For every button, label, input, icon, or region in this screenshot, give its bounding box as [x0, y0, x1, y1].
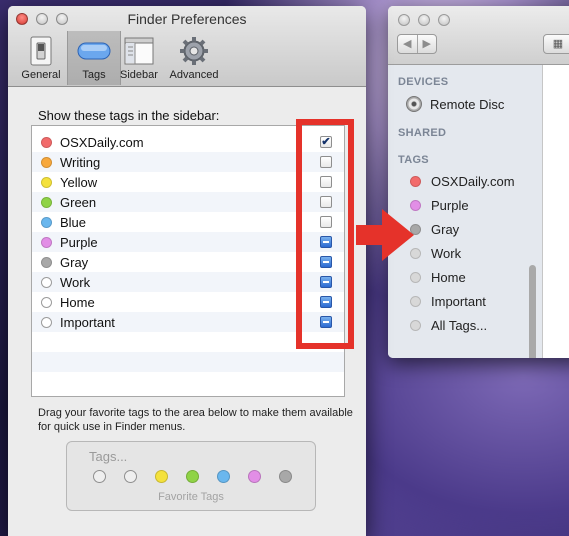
finder-window: ◀ ▶ ▦ DEVICES Remote Disc SHARED TAGS OS… [388, 6, 569, 358]
annotation-arrow-icon [356, 209, 414, 261]
tag-color-icon [41, 256, 52, 268]
section-label: Show these tags in the sidebar: [38, 108, 220, 123]
finder-minimize-button[interactable] [418, 14, 430, 26]
tag-color-icon [41, 276, 52, 288]
gear-icon [180, 37, 208, 65]
tab-label: Advanced [169, 69, 219, 81]
tag-color-icon [41, 216, 52, 228]
empty-row [32, 372, 344, 392]
sidebar-item-label: OSXDaily.com [431, 173, 515, 189]
finder-nav-buttons: ◀ ▶ [397, 34, 437, 54]
sidebar-icon [124, 37, 154, 65]
annotation-highlight-box [296, 119, 354, 349]
sidebar-item-remote-disc[interactable]: Remote Disc [406, 93, 505, 115]
back-icon[interactable]: ◀ [398, 35, 418, 53]
sidebar-item-tag[interactable]: Important [410, 290, 486, 312]
finder-close-button[interactable] [398, 14, 410, 26]
sidebar-item-tag[interactable]: OSXDaily.com [410, 170, 515, 192]
sidebar-item-label: Gray [431, 221, 460, 237]
tag-color-icon [410, 319, 421, 331]
favorite-tag-icon[interactable] [217, 470, 230, 483]
tag-name: OSXDaily.com [60, 134, 144, 150]
tab-sidebar[interactable]: Sidebar [112, 31, 166, 85]
sidebar-item-tag[interactable]: Purple [410, 194, 469, 216]
sidebar-item-label: Purple [431, 197, 469, 213]
tag-color-icon [41, 136, 52, 148]
empty-row [32, 352, 344, 372]
tag-name: Important [60, 314, 115, 330]
sidebar-item-label: Important [431, 293, 486, 309]
tab-label: General [21, 69, 61, 81]
finder-content [543, 65, 569, 358]
sidebar-item-tag[interactable]: Home [410, 266, 466, 288]
favorite-tag-icon[interactable] [155, 470, 168, 483]
tag-color-icon [41, 296, 52, 308]
window-title: Finder Preferences [127, 11, 247, 27]
drag-instructions: Drag your favorite tags to the area belo… [38, 407, 353, 433]
tag-name: Green [60, 194, 97, 210]
tag-color-icon [41, 236, 52, 248]
shared-heading: SHARED [398, 127, 447, 139]
sidebar-item-label: Work [431, 245, 462, 261]
tag-name: Writing [60, 154, 101, 170]
tag-name: Work [60, 274, 91, 290]
favorite-tags-area[interactable]: Tags... Favorite Tags [66, 441, 316, 511]
favorite-tags-placeholder: Tags... [89, 449, 128, 464]
tags-heading: TAGS [398, 154, 429, 166]
finder-zoom-button[interactable] [438, 14, 450, 26]
tag-name: Yellow [60, 174, 98, 190]
tag-icon [77, 42, 111, 60]
sidebar-item-label: Home [431, 269, 466, 285]
tab-advanced[interactable]: Advanced [162, 31, 226, 85]
tag-color-icon [410, 295, 421, 307]
tag-name: Blue [60, 214, 87, 230]
view-mode-icon[interactable]: ▦ [543, 34, 569, 54]
favorite-tag-icon[interactable] [124, 470, 137, 483]
sidebar-item-tag[interactable]: Work [410, 242, 461, 264]
tab-label: Sidebar [120, 69, 158, 81]
favorite-tag-icon[interactable] [186, 470, 199, 483]
disc-icon [406, 96, 422, 112]
favorite-tags-caption: Favorite Tags [158, 491, 224, 503]
favorite-tag-icon[interactable] [248, 470, 261, 483]
sidebar-item-label: Remote Disc [430, 96, 505, 112]
favorite-tag-icon[interactable] [93, 470, 106, 483]
finder-titlebar: ◀ ▶ ▦ [388, 6, 569, 65]
tag-name: Purple [60, 234, 98, 250]
tag-color-icon [41, 316, 52, 328]
light-switch-icon [30, 36, 52, 66]
sidebar-item-tag[interactable]: All Tags... [410, 314, 487, 336]
devices-heading: DEVICES [398, 76, 449, 88]
tab-general[interactable]: General [14, 31, 68, 85]
sidebar-item-tag[interactable]: Gray [410, 218, 459, 240]
tag-color-icon [41, 196, 52, 208]
sidebar-item-label: All Tags... [431, 317, 488, 333]
sidebar-scrollbar[interactable] [529, 265, 536, 358]
favorite-tag-icon[interactable] [279, 470, 292, 483]
tag-color-icon [41, 176, 52, 188]
tag-color-icon [410, 271, 421, 283]
forward-icon[interactable]: ▶ [418, 35, 437, 53]
tag-color-icon [410, 175, 421, 187]
tag-name: Home [60, 294, 95, 310]
tag-name: Gray [60, 254, 89, 270]
prefs-toolbar: Finder Preferences General Tags Sidebar … [8, 6, 366, 87]
tag-color-icon [41, 156, 52, 168]
